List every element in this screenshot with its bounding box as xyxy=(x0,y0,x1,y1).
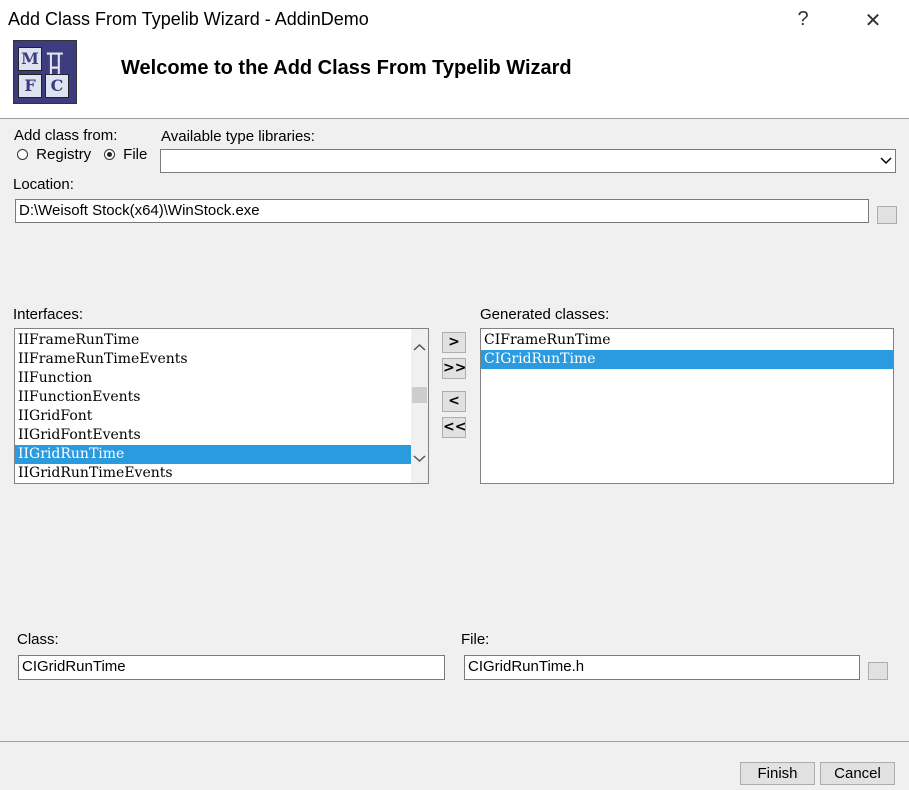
footer-divider xyxy=(0,741,909,742)
list-item-selected[interactable]: CIGridRunTime xyxy=(481,350,893,369)
registry-radio-label: Registry xyxy=(36,146,92,163)
chevron-down-icon[interactable] xyxy=(879,150,893,172)
list-item[interactable]: IIGridFontEvents xyxy=(15,426,411,445)
scroll-down-icon[interactable] xyxy=(411,453,428,467)
interfaces-list[interactable]: IIFrameRunTime IIFrameRunTimeEvents IIFu… xyxy=(14,328,429,484)
generated-classes-list[interactable]: CIFrameRunTime CIGridRunTime xyxy=(480,328,894,484)
file-input[interactable]: CIGridRunTime.h xyxy=(464,655,860,680)
class-input[interactable]: CIGridRunTime xyxy=(18,655,445,680)
list-item[interactable]: IIFrameRunTimeEvents xyxy=(15,350,411,369)
mfc-logo-icon: M ┳┳ ┣┫ F C xyxy=(13,40,77,104)
add-button[interactable]: > xyxy=(442,332,466,353)
list-item[interactable]: CIFrameRunTime xyxy=(481,331,893,350)
file-radio-circle[interactable] xyxy=(104,149,115,160)
cancel-button[interactable]: Cancel xyxy=(820,762,895,785)
file-browse-button[interactable] xyxy=(868,662,888,680)
logo-letter-f: F xyxy=(18,74,42,98)
list-item[interactable]: IIFrameRunTime xyxy=(15,331,411,350)
scroll-thumb[interactable] xyxy=(412,387,427,403)
remove-button[interactable]: < xyxy=(442,391,466,412)
logo-letter-c: C xyxy=(45,74,69,98)
list-item[interactable]: IIGridFont xyxy=(15,407,411,426)
generated-classes-label: Generated classes: xyxy=(480,306,610,323)
file-radio[interactable]: File xyxy=(104,146,147,163)
scroll-up-icon[interactable] xyxy=(411,341,428,355)
type-libraries-combo[interactable] xyxy=(160,149,896,173)
list-item[interactable]: IIFunction xyxy=(15,369,411,388)
location-browse-button[interactable] xyxy=(877,206,897,224)
class-label: Class: xyxy=(17,631,59,648)
help-button[interactable]: ? xyxy=(788,8,818,31)
file-radio-label: File xyxy=(123,146,148,163)
finish-button[interactable]: Finish xyxy=(740,762,815,785)
list-item-selected[interactable]: IIGridRunTime xyxy=(15,445,411,464)
add-class-from-label: Add class from: xyxy=(14,127,118,144)
list-item[interactable]: IIFunctionEvents xyxy=(15,388,411,407)
window-title: Add Class From Typelib Wizard - AddinDem… xyxy=(8,9,369,29)
file-label: File: xyxy=(461,631,490,648)
registry-radio[interactable]: Registry xyxy=(17,146,91,163)
interfaces-scrollbar[interactable] xyxy=(411,329,428,483)
page-title: Welcome to the Add Class From Typelib Wi… xyxy=(121,57,572,79)
add-all-button[interactable]: >> xyxy=(442,358,466,379)
type-libraries-label: Available type libraries: xyxy=(161,128,315,145)
list-item[interactable]: IIGridRunTimeEvents xyxy=(15,464,411,483)
logo-tree-icon: ┳┳ ┣┫ xyxy=(47,46,63,75)
logo-letter-m: M xyxy=(18,47,42,71)
registry-radio-circle[interactable] xyxy=(17,149,28,160)
location-label: Location: xyxy=(13,176,74,193)
interfaces-label: Interfaces: xyxy=(13,306,84,323)
location-input[interactable]: D:\Weisoft Stock(x64)\WinStock.exe xyxy=(15,199,869,223)
remove-all-button[interactable]: << xyxy=(442,417,466,438)
close-button[interactable]: ✕ xyxy=(858,8,888,33)
